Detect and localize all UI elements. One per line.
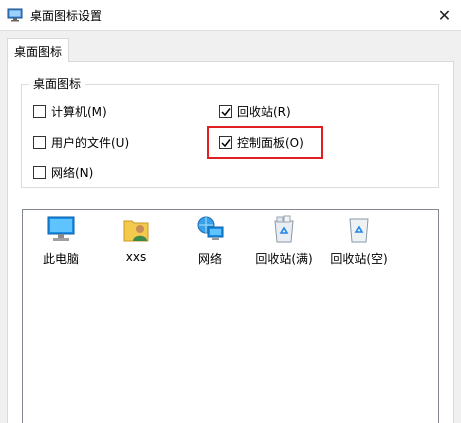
checkbox-network[interactable]: 网络(N) bbox=[33, 164, 93, 181]
network-icon bbox=[194, 213, 226, 245]
checkmark-icon bbox=[220, 107, 231, 116]
title-bar: 桌面图标设置 ✕ bbox=[0, 0, 461, 30]
list-item-label: xxs bbox=[125, 250, 147, 264]
close-icon: ✕ bbox=[437, 5, 452, 25]
list-item-label: 回收站(满) bbox=[255, 252, 313, 266]
list-item-label: 回收站(空) bbox=[330, 252, 388, 266]
close-button[interactable]: ✕ bbox=[428, 0, 461, 30]
groupbox-label: 桌面图标 bbox=[29, 75, 86, 92]
recycle-bin-empty-icon bbox=[343, 213, 375, 245]
checkbox-user-files[interactable]: 用户的文件(U) bbox=[33, 134, 129, 151]
list-item-network[interactable]: 网络 bbox=[175, 213, 245, 267]
checkbox-box[interactable] bbox=[33, 105, 46, 118]
list-item-user-folder[interactable]: xxs bbox=[101, 213, 171, 264]
checkbox-recycle-bin[interactable]: 回收站(R) bbox=[219, 103, 291, 120]
checkbox-label: 网络(N) bbox=[51, 166, 94, 180]
display-settings-icon bbox=[7, 8, 23, 22]
list-item-label: 此电脑 bbox=[42, 252, 79, 266]
list-item-recycle-bin-full[interactable]: 回收站(满) bbox=[249, 213, 319, 267]
checkbox-box[interactable] bbox=[33, 166, 46, 179]
computer-icon bbox=[45, 213, 77, 245]
checkbox-computer[interactable]: 计算机(M) bbox=[33, 103, 107, 120]
window-title: 桌面图标设置 bbox=[30, 9, 103, 23]
checkbox-box[interactable] bbox=[33, 136, 46, 149]
checkbox-box[interactable] bbox=[219, 105, 232, 118]
highlight-annotation bbox=[207, 126, 323, 159]
checkbox-label: 计算机(M) bbox=[51, 105, 107, 119]
list-item-this-pc[interactable]: 此电脑 bbox=[26, 213, 96, 267]
tab-desktop-icons[interactable]: 桌面图标 bbox=[7, 38, 69, 62]
checkbox-label: 回收站(R) bbox=[237, 105, 291, 119]
checkbox-label: 用户的文件(U) bbox=[51, 136, 130, 150]
list-item-label: 网络 bbox=[197, 252, 222, 266]
user-folder-icon bbox=[120, 213, 152, 245]
recycle-bin-full-icon bbox=[268, 213, 300, 245]
list-item-recycle-bin-empty[interactable]: 回收站(空) bbox=[324, 213, 394, 267]
